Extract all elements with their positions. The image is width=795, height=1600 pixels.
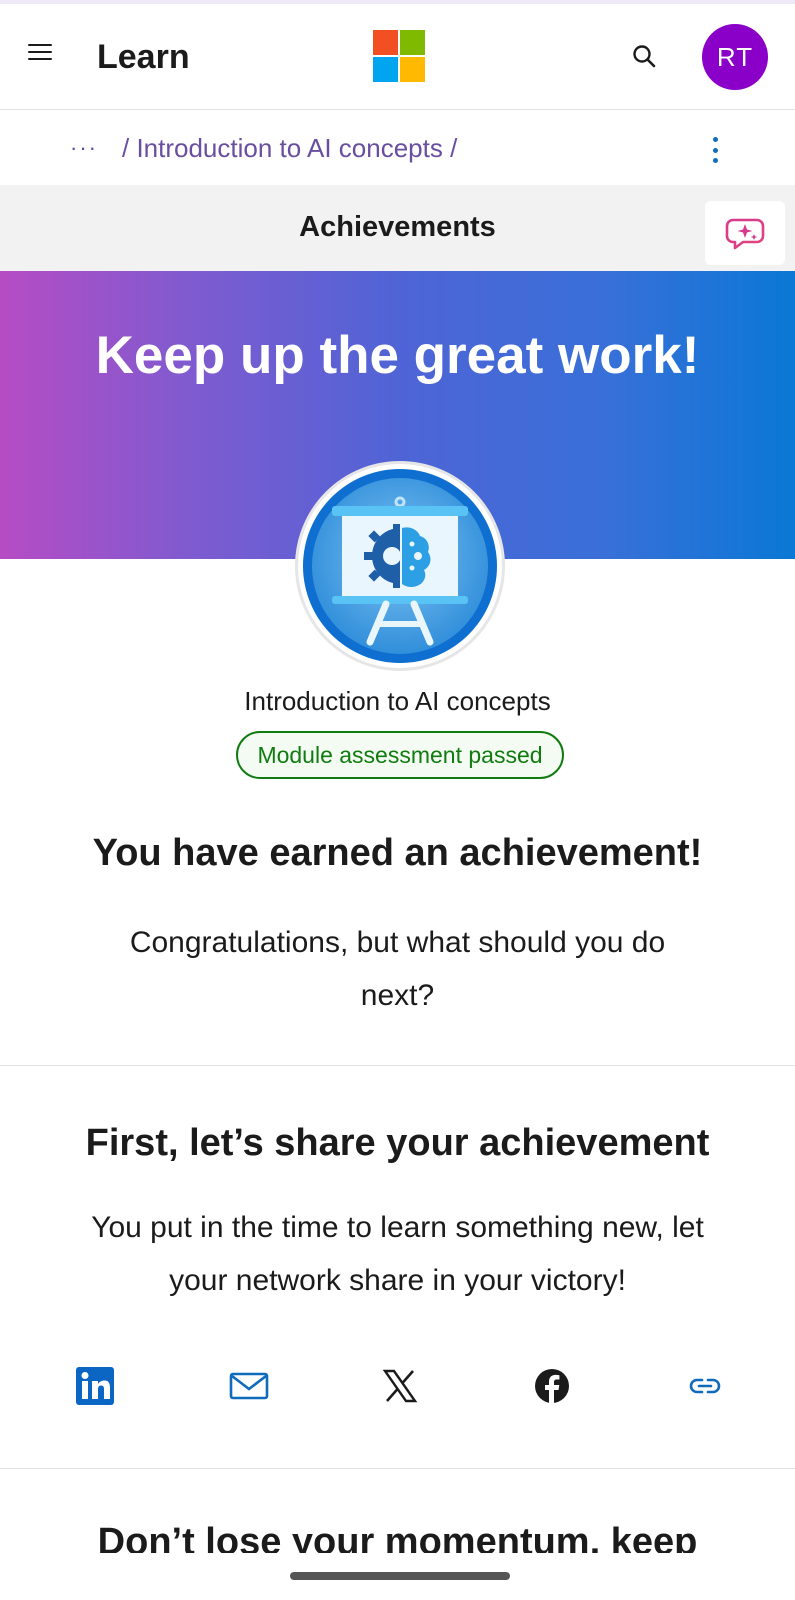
breadcrumb: ··· / Introduction to AI concepts / [0,111,795,185]
facebook-icon[interactable] [530,1364,574,1408]
status-badge: Module assessment passed [236,731,564,779]
achievements-bar: Achievements [0,185,795,271]
home-indicator[interactable] [290,1572,510,1580]
search-icon[interactable] [630,42,660,72]
copilot-sparkle-icon[interactable] [705,201,785,265]
site-header: Learn RT [0,4,795,110]
module-name: Introduction to AI concepts [244,686,551,716]
x-icon[interactable] [378,1364,422,1408]
hero-title: Keep up the great work! [95,326,700,385]
share-heading: First, let’s share your achievement [85,1122,710,1164]
momentum-heading: Don’t lose your momentum, keep [97,1521,698,1553]
earned-text: Congratulations, but what should you do … [129,926,666,1012]
site-title[interactable]: Learn [97,38,190,77]
breadcrumb-more-button[interactable]: ··· [70,135,98,161]
ai-presentation-badge-icon [295,461,505,671]
link-icon[interactable] [683,1364,727,1408]
hamburger-icon[interactable] [28,44,52,64]
achievements-title: Achievements [299,211,496,243]
share-icons-row [0,1364,795,1408]
email-icon[interactable] [227,1364,271,1408]
breadcrumb-link[interactable]: / Introduction to AI concepts / [122,133,457,164]
microsoft-logo[interactable] [373,30,425,82]
section-divider [0,1468,795,1469]
linkedin-icon[interactable] [73,1364,117,1408]
earned-heading: You have earned an achievement! [92,832,703,874]
avatar[interactable]: RT [702,24,768,90]
section-divider [0,1065,795,1066]
share-text: You put in the time to learn something n… [91,1211,704,1297]
more-vertical-icon[interactable] [705,135,725,165]
